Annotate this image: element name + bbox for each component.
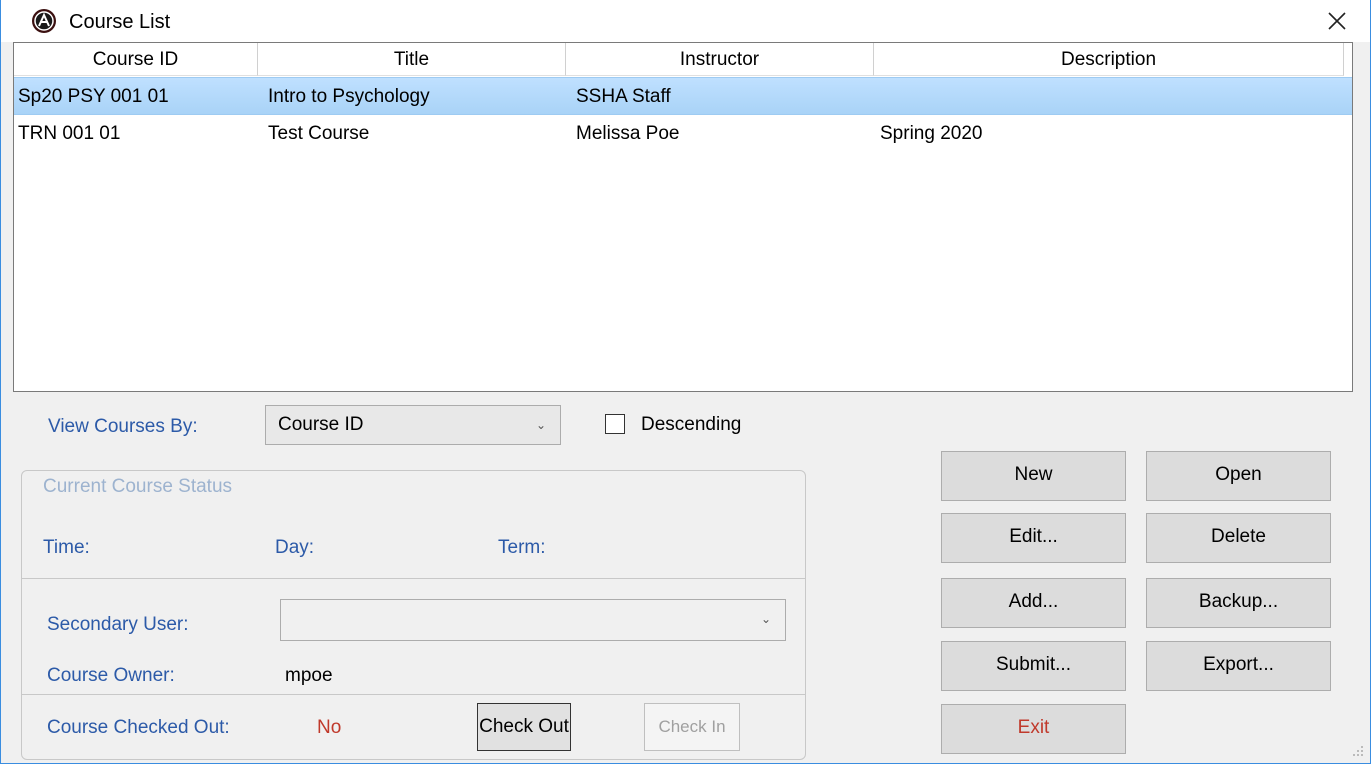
status-divider xyxy=(22,578,805,579)
backup-button[interactable]: Backup... xyxy=(1146,578,1331,628)
view-courses-by-select[interactable]: Course ID ⌄ xyxy=(265,405,561,445)
title-bar: Course List xyxy=(1,0,1370,42)
cell-description: Spring 2020 xyxy=(880,123,983,144)
cell-title: Test Course xyxy=(268,123,370,144)
table-row[interactable]: Sp20 PSY 001 01 Intro to Psychology SSHA… xyxy=(14,77,1352,115)
course-owner-value: mpoe xyxy=(285,665,333,686)
cell-course-id: TRN 001 01 xyxy=(18,123,121,144)
view-courses-by-label: View Courses By: xyxy=(48,416,198,437)
delete-button[interactable]: Delete xyxy=(1146,513,1331,563)
add-button[interactable]: Add... xyxy=(941,578,1126,628)
course-list-window: Course List Course ID Title Instructor D… xyxy=(0,0,1371,764)
course-checked-out-label: Course Checked Out: xyxy=(47,717,230,738)
check-in-button[interactable]: Check In xyxy=(644,703,740,751)
cell-title: Intro to Psychology xyxy=(268,86,430,107)
group-title: Current Course Status xyxy=(43,476,233,497)
column-header-instructor[interactable]: Instructor xyxy=(566,43,874,76)
descending-label: Descending xyxy=(641,414,742,435)
open-button[interactable]: Open xyxy=(1146,451,1331,501)
close-button[interactable] xyxy=(1317,4,1357,38)
column-header-course-id[interactable]: Course ID xyxy=(14,43,258,76)
list-rows: Sp20 PSY 001 01 Intro to Psychology SSHA… xyxy=(14,77,1352,152)
day-label: Day: xyxy=(275,537,315,558)
column-header-description[interactable]: Description xyxy=(874,43,1344,76)
secondary-user-select[interactable]: ⌄ xyxy=(280,599,786,641)
resize-grip-icon[interactable] xyxy=(1350,743,1364,757)
edit-button[interactable]: Edit... xyxy=(941,513,1126,563)
term-label: Term: xyxy=(498,537,546,558)
secondary-user-label: Secondary User: xyxy=(47,614,189,635)
window-title: Course List xyxy=(69,11,171,33)
close-icon xyxy=(1328,12,1346,30)
table-row[interactable]: TRN 001 01 Test Course Melissa Poe Sprin… xyxy=(14,115,1352,152)
course-listview[interactable]: Course ID Title Instructor Description S… xyxy=(13,42,1353,392)
status-divider xyxy=(22,694,805,695)
descending-checkbox[interactable] xyxy=(605,414,625,434)
list-header: Course ID Title Instructor Description xyxy=(14,43,1344,76)
new-button[interactable]: New xyxy=(941,451,1126,501)
view-courses-by-value: Course ID xyxy=(278,414,364,435)
chevron-down-icon: ⌄ xyxy=(760,612,771,626)
cell-description xyxy=(874,78,1344,114)
cell-course-id: Sp20 PSY 001 01 xyxy=(18,86,169,107)
exit-button[interactable]: Exit xyxy=(941,704,1126,754)
cell-instructor: SSHA Staff xyxy=(576,86,671,107)
cell-instructor: Melissa Poe xyxy=(576,123,680,144)
chevron-down-icon: ⌄ xyxy=(535,418,546,432)
export-button[interactable]: Export... xyxy=(1146,641,1331,691)
time-label: Time: xyxy=(43,537,90,558)
app-logo-icon xyxy=(32,9,56,33)
course-owner-label: Course Owner: xyxy=(47,665,175,686)
submit-button[interactable]: Submit... xyxy=(941,641,1126,691)
checked-out-value: No xyxy=(317,717,342,738)
check-out-button[interactable]: Check Out xyxy=(477,703,571,751)
column-header-title[interactable]: Title xyxy=(258,43,566,76)
